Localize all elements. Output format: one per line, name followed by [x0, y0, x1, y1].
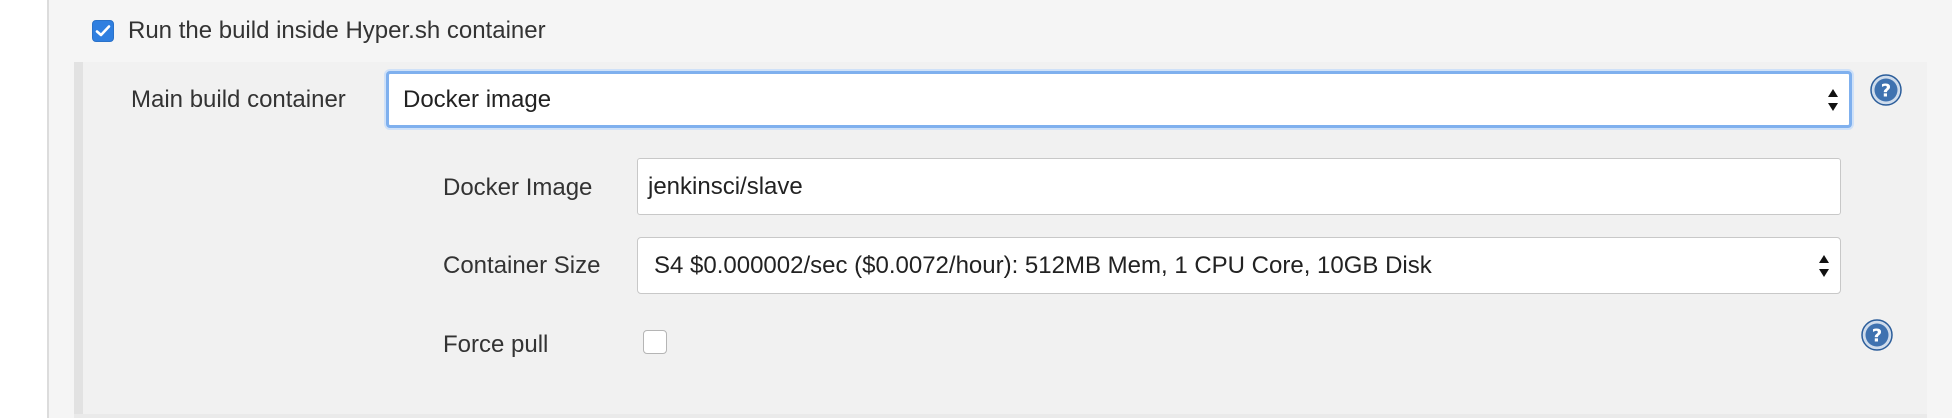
- docker-image-input[interactable]: jenkinsci/slave: [637, 158, 1841, 215]
- main-build-container-label: Main build container: [131, 86, 346, 113]
- enable-hyper-label[interactable]: Run the build inside Hyper.sh container: [128, 17, 546, 45]
- container-size-select[interactable]: S4 $0.000002/sec ($0.0072/hour): 512MB M…: [637, 237, 1841, 294]
- question-circle-icon[interactable]: ?: [1861, 319, 1893, 351]
- question-circle-icon[interactable]: ?: [1870, 74, 1902, 106]
- main-build-container-value: Docker image: [403, 85, 552, 113]
- enable-hyper-row: Run the build inside Hyper.sh container: [92, 14, 546, 48]
- container-size-label: Container Size: [443, 252, 601, 279]
- select-arrows-icon: [1819, 254, 1829, 277]
- docker-image-label: Docker Image: [443, 174, 593, 201]
- select-arrows-icon: [1828, 88, 1838, 111]
- docker-image-value: jenkinsci/slave: [648, 172, 803, 200]
- hyper-options-divider: [74, 414, 1927, 418]
- page: Run the build inside Hyper.sh container …: [0, 0, 1952, 418]
- main-build-container-select[interactable]: Docker image: [386, 71, 1852, 128]
- enable-hyper-checkbox[interactable]: [92, 20, 114, 42]
- container-size-value: S4 $0.000002/sec ($0.0072/hour): 512MB M…: [654, 251, 1432, 279]
- checkmark-icon: [95, 25, 111, 37]
- force-pull-checkbox[interactable]: [643, 330, 667, 354]
- svg-text:?: ?: [1881, 81, 1891, 102]
- force-pull-label: Force pull: [443, 331, 549, 358]
- svg-text:?: ?: [1872, 326, 1882, 347]
